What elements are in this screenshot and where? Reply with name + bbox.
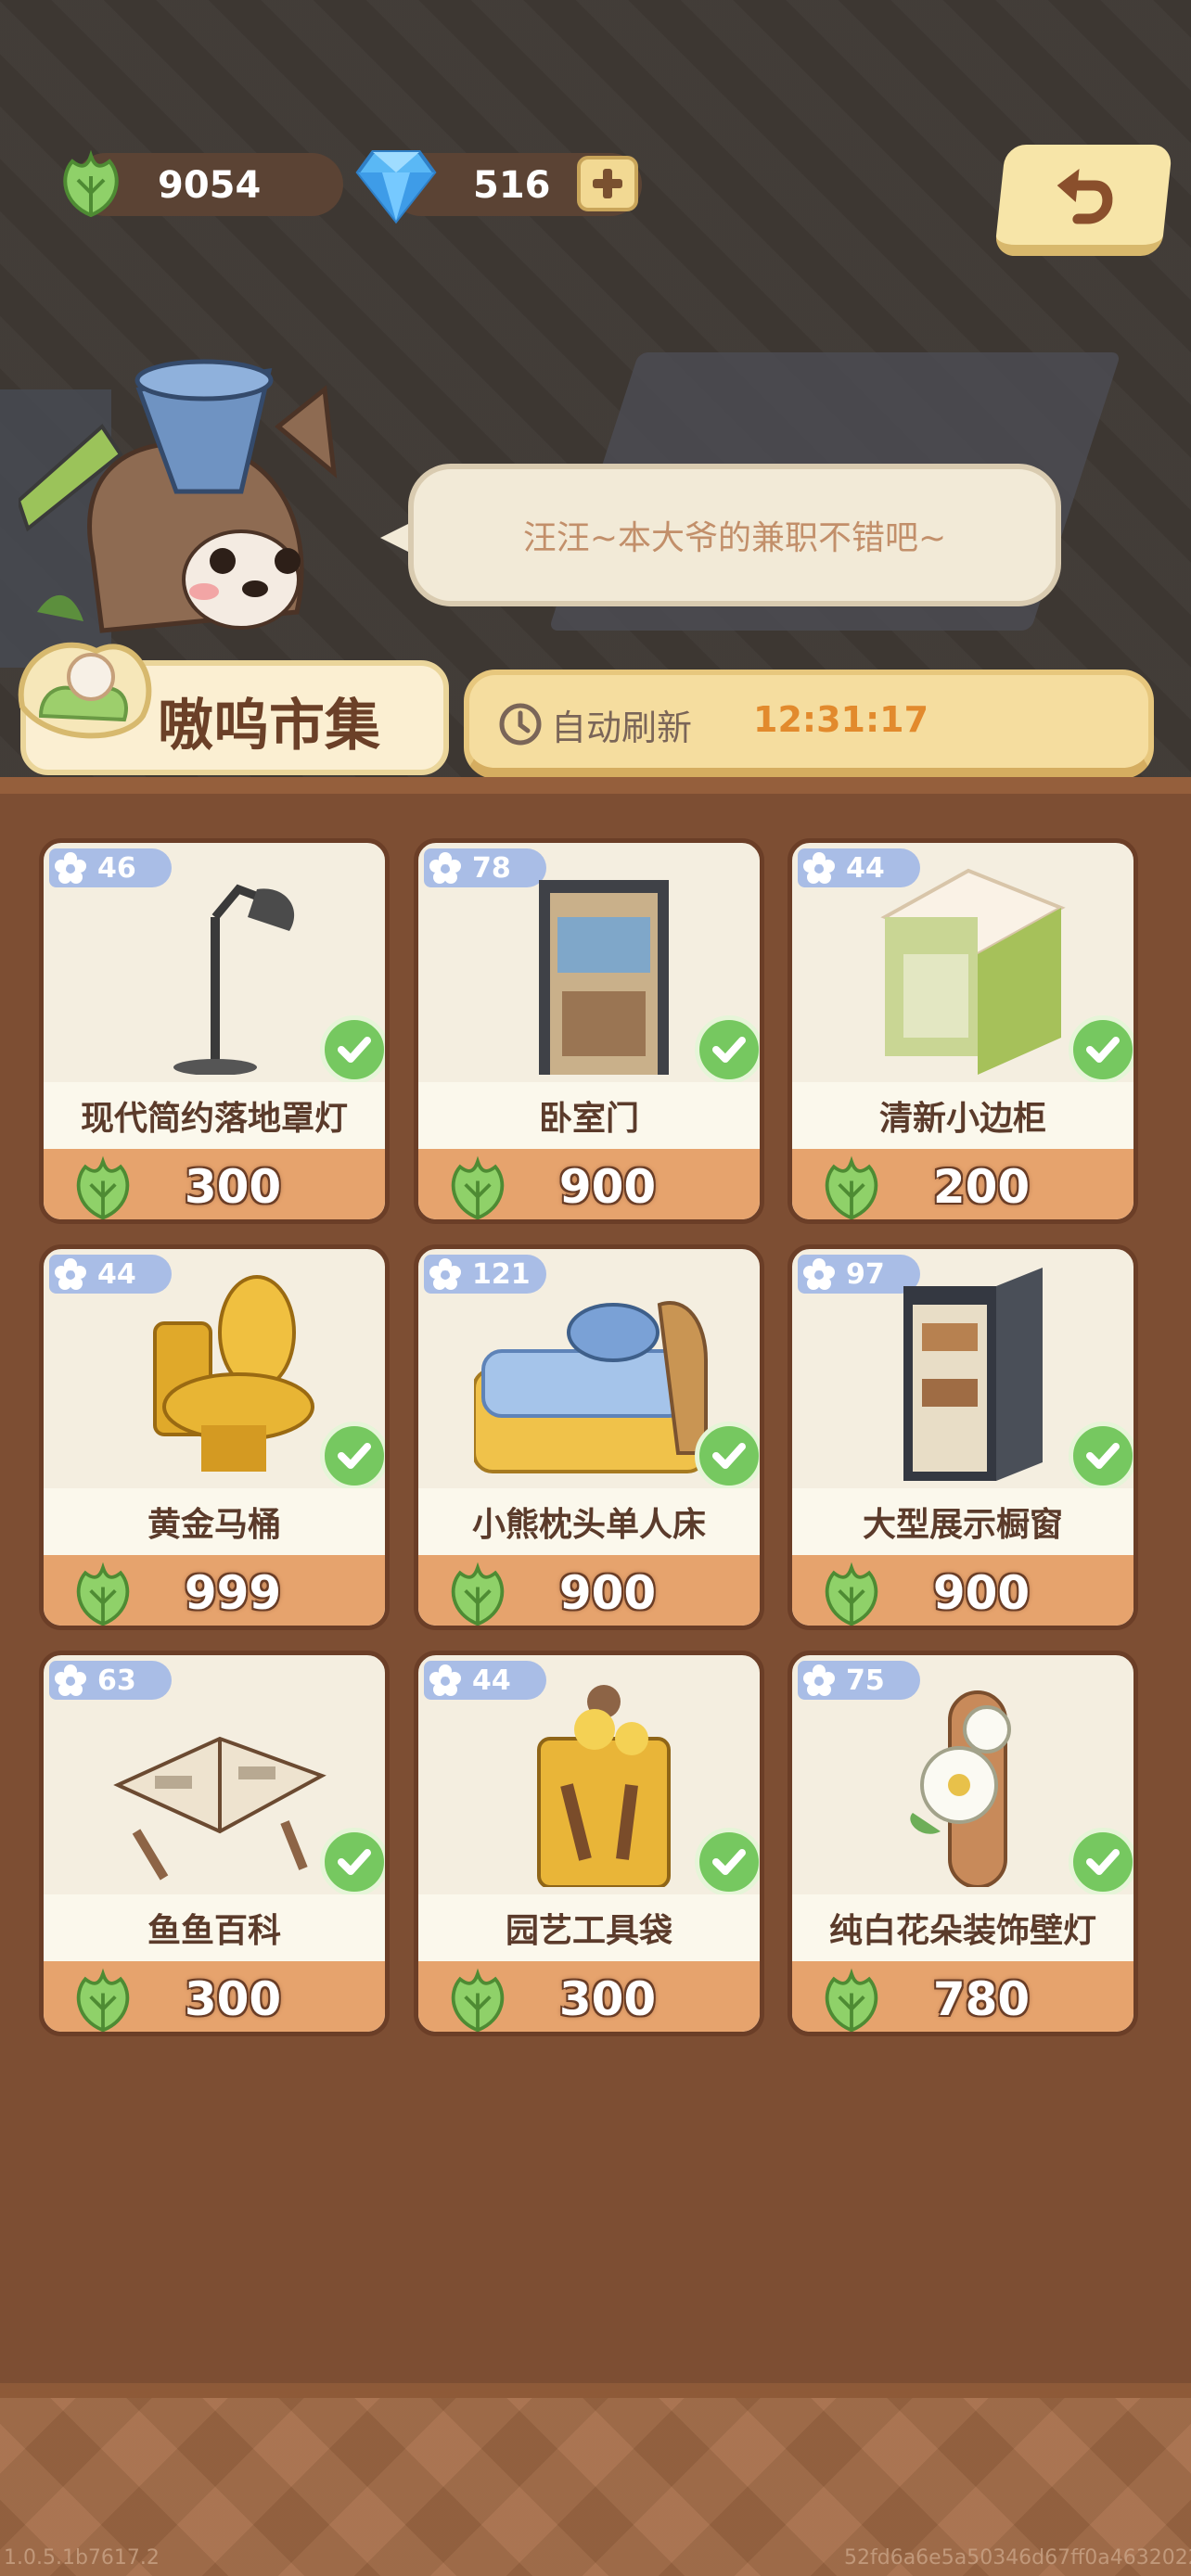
item-price: 300 — [184, 1160, 282, 1214]
item-price: 780 — [932, 1972, 1031, 2026]
build-hash-text: 52fd6a6e5a50346d67ff0a4632022dc0 — [844, 2546, 1191, 2570]
item-price-row[interactable]: 300 — [44, 1961, 385, 2032]
item-price-row[interactable]: 300 — [418, 1961, 760, 2032]
item-card-floor-lamp[interactable]: 46 现代简约落地罩灯 300 — [39, 838, 390, 1224]
checkmark-icon — [1086, 1037, 1120, 1063]
market-logo-icon — [18, 642, 152, 739]
owned-check-badge — [320, 1422, 385, 1490]
item-name: 卧室门 — [538, 1100, 639, 1138]
item-price: 900 — [932, 1566, 1031, 1620]
item-price: 900 — [558, 1566, 657, 1620]
refresh-countdown: 12:31:17 — [753, 699, 929, 740]
item-name: 纯白花朵装饰壁灯 — [828, 1912, 1096, 1950]
market-title: 嗷呜市集 — [158, 694, 380, 759]
item-name-row: 黄金马桶 — [44, 1488, 385, 1555]
owned-check-badge — [1069, 1828, 1133, 1896]
checkmark-icon — [712, 1037, 746, 1063]
npc-speech-bubble: 汪汪~本大爷的兼职不错吧~ — [408, 464, 1061, 606]
owned-check-badge — [1069, 1422, 1133, 1490]
auto-refresh-label: 自动刷新 — [551, 708, 693, 748]
owned-check-badge — [695, 1422, 760, 1490]
item-price-row[interactable]: 900 — [418, 1149, 760, 1219]
item-card-bedroom-door[interactable]: 78 卧室门 900 — [414, 838, 764, 1224]
item-price: 999 — [184, 1566, 282, 1620]
checkmark-icon — [712, 1443, 746, 1469]
owned-check-badge — [320, 1015, 385, 1084]
flower-level-icon — [803, 852, 835, 884]
item-name-row: 现代简约落地罩灯 — [44, 1082, 385, 1149]
flower-level-icon — [803, 1258, 835, 1290]
npc-speech-text: 汪汪~本大爷的兼职不错吧~ — [522, 519, 947, 557]
market-panel: 46 现代简约落地罩灯 300 78 卧室门 900 44 清新小边柜 200 … — [0, 777, 1191, 2391]
clock-icon — [499, 703, 542, 746]
leaf-currency-icon — [63, 149, 119, 218]
back-button[interactable] — [993, 145, 1173, 256]
auto-refresh-bar: 自动刷新 12:31:17 — [464, 670, 1154, 779]
item-card-flower-wall-lamp[interactable]: 75 纯白花朵装饰壁灯 780 — [788, 1651, 1138, 2036]
flower-level-icon — [55, 1258, 86, 1290]
item-name: 园艺工具袋 — [505, 1912, 672, 1950]
item-price-row[interactable]: 999 — [44, 1555, 385, 1626]
gem-currency-amount: 516 — [473, 164, 551, 207]
checkmark-icon — [1086, 1443, 1120, 1469]
item-card-fish-encyclopedia[interactable]: 63 鱼鱼百科 300 — [39, 1651, 390, 2036]
item-name: 黄金马桶 — [147, 1506, 281, 1544]
owned-check-badge — [1069, 1015, 1133, 1084]
item-price: 900 — [558, 1160, 657, 1214]
item-card-golden-toilet[interactable]: 44 黄金马桶 999 — [39, 1244, 390, 1630]
item-name-row: 小熊枕头单人床 — [418, 1488, 760, 1555]
diamond-icon — [355, 150, 437, 224]
item-price: 300 — [558, 1972, 657, 2026]
checkmark-icon — [338, 1849, 371, 1875]
item-name-row: 鱼鱼百科 — [44, 1894, 385, 1961]
item-name-row: 清新小边柜 — [792, 1082, 1133, 1149]
leaf-currency-amount: 9054 — [158, 164, 262, 207]
item-card-display-cabinet[interactable]: 97 大型展示橱窗 900 — [788, 1244, 1138, 1630]
item-price-row[interactable]: 900 — [418, 1555, 760, 1626]
flower-level-icon — [55, 1664, 86, 1696]
item-price-row[interactable]: 900 — [792, 1555, 1133, 1626]
item-name-row: 纯白花朵装饰壁灯 — [792, 1894, 1133, 1961]
item-name-row: 大型展示橱窗 — [792, 1488, 1133, 1555]
add-gems-button[interactable] — [577, 156, 638, 211]
item-card-bear-bed[interactable]: 121 小熊枕头单人床 900 — [414, 1244, 764, 1630]
flower-level-icon — [429, 1664, 461, 1696]
flower-level-icon — [429, 852, 461, 884]
owned-check-badge — [695, 1015, 760, 1084]
plus-icon — [593, 169, 622, 198]
flower-level-icon — [803, 1664, 835, 1696]
item-name: 大型展示橱窗 — [862, 1506, 1063, 1544]
item-price-row[interactable]: 200 — [792, 1149, 1133, 1219]
checkmark-icon — [338, 1037, 371, 1063]
checkmark-icon — [1086, 1849, 1120, 1875]
checkmark-icon — [338, 1443, 371, 1469]
item-name-row: 园艺工具袋 — [418, 1894, 760, 1961]
item-price: 300 — [184, 1972, 282, 2026]
dog-mascot-illustration — [19, 359, 338, 633]
item-name: 现代简约落地罩灯 — [80, 1100, 348, 1138]
item-card-side-cabinet[interactable]: 44 清新小边柜 200 — [788, 838, 1138, 1224]
undo-arrow-icon — [1057, 169, 1113, 224]
flower-level-icon — [429, 1258, 461, 1290]
version-text: 1.0.5.1b7617.2 — [4, 2546, 160, 2570]
flower-level-icon — [55, 852, 86, 884]
owned-check-badge — [320, 1828, 385, 1896]
item-name: 清新小边柜 — [878, 1100, 1046, 1138]
checkmark-icon — [712, 1849, 746, 1875]
item-price-row[interactable]: 780 — [792, 1961, 1133, 2032]
item-card-garden-tool-bag[interactable]: 44 园艺工具袋 300 — [414, 1651, 764, 2036]
item-name: 小熊枕头单人床 — [471, 1506, 706, 1544]
item-name-row: 卧室门 — [418, 1082, 760, 1149]
item-name: 鱼鱼百科 — [147, 1912, 281, 1950]
owned-check-badge — [695, 1828, 760, 1896]
item-price-row[interactable]: 300 — [44, 1149, 385, 1219]
item-price: 200 — [932, 1160, 1031, 1214]
